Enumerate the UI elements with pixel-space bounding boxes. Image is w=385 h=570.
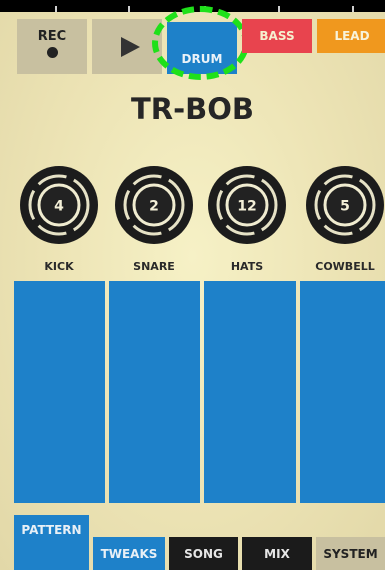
record-button[interactable]: REC: [17, 19, 87, 74]
machine-title: TR-BOB: [130, 92, 254, 126]
bar-tick: [352, 6, 354, 12]
tab-mix[interactable]: MIX: [242, 537, 312, 570]
drum-pad-kick[interactable]: [14, 281, 105, 503]
drum-instrument-button[interactable]: DRUM: [167, 22, 237, 74]
bar-tick: [128, 6, 130, 12]
record-dot-icon: [46, 47, 58, 58]
knob-label-cowbell: COWBELL: [315, 260, 375, 273]
drum-label: DRUM: [181, 52, 223, 66]
lead-label: LEAD: [334, 29, 370, 43]
lead-instrument-button[interactable]: LEAD: [317, 19, 385, 53]
knob-cowbell[interactable]: 5: [305, 165, 385, 245]
tab-pattern-label: PATTERN: [21, 523, 82, 537]
pad-grid: [0, 281, 385, 503]
tab-mix-label: MIX: [264, 546, 290, 561]
knob-hats[interactable]: 12: [207, 165, 287, 245]
tab-song[interactable]: SONG: [169, 537, 238, 570]
play-button[interactable]: [92, 19, 162, 74]
tab-tweaks[interactable]: TWEAKS: [93, 537, 165, 570]
knob-snare[interactable]: 2: [114, 165, 194, 245]
record-label: REC: [37, 29, 67, 44]
bar-tick: [55, 6, 57, 12]
knob-label-snare: SNARE: [133, 260, 175, 273]
bar-tick: [204, 6, 206, 12]
bass-label: BASS: [259, 29, 295, 43]
knob-label-hats: HATS: [230, 260, 264, 273]
knob-kick[interactable]: 4: [19, 165, 99, 245]
tab-tweaks-label: TWEAKS: [100, 546, 158, 561]
knob-snare-value: 2: [149, 199, 159, 215]
drum-pad-cowbell[interactable]: [300, 281, 385, 503]
tab-system-label: SYSTEM: [323, 546, 378, 561]
knob-kick-value: 4: [54, 199, 64, 215]
status-bar: [0, 0, 385, 12]
tab-pattern[interactable]: PATTERN: [14, 515, 89, 570]
knob-hats-value: 12: [237, 199, 256, 215]
drum-pad-hats[interactable]: [204, 281, 296, 503]
bar-tick: [278, 6, 280, 12]
tab-song-label: SONG: [184, 546, 223, 561]
knob-label-kick: KICK: [44, 260, 74, 273]
play-icon: [120, 36, 140, 57]
tab-system[interactable]: SYSTEM: [316, 537, 385, 570]
drum-pad-snare[interactable]: [109, 281, 200, 503]
bass-instrument-button[interactable]: BASS: [242, 19, 312, 53]
knob-cowbell-value: 5: [340, 199, 350, 215]
